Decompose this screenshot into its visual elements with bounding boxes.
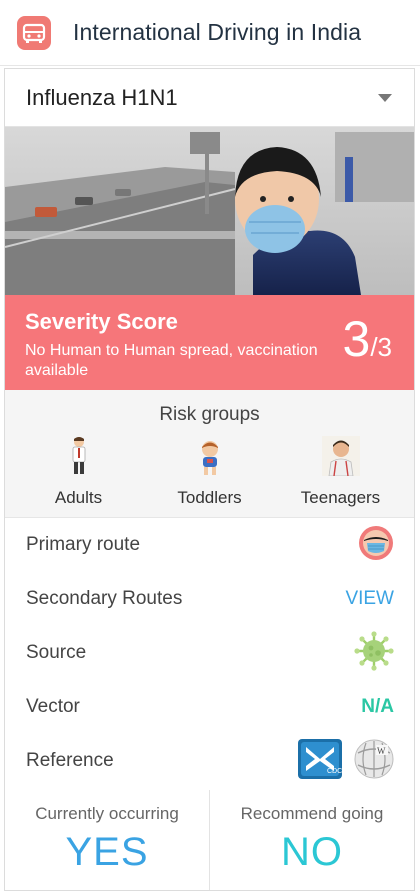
severity-score-value: 3 [342,311,371,367]
severity-description: No Human to Human spread, vaccination av… [25,342,318,379]
svg-text:W: W [377,746,386,756]
reference-row: Reference CDC W [26,734,394,788]
cdc-icon[interactable]: CDC [298,738,342,784]
currently-occurring: Currently occurring YES [5,790,209,890]
primary-route-label: Primary route [26,534,141,555]
chevron-down-icon[interactable] [378,93,392,102]
toddler-icon [197,434,223,476]
currently-occurring-label: Currently occurring [35,804,179,823]
vector-value: N/A [361,696,394,717]
disease-selector-value: Influenza H1N1 [26,84,178,110]
currently-occurring-value: YES [65,830,149,874]
vector-row: Vector N/A [26,680,394,734]
teenager-icon [321,434,360,476]
risk-group-label: Teenagers [300,488,381,507]
status-footer: Currently occurring YES Recommend going … [5,790,414,890]
source-label: Source [26,642,87,663]
disease-selector[interactable]: Influenza H1N1 [5,69,414,127]
risk-group-adults: Adults [19,434,139,508]
risk-group-teenagers: Teenagers [281,434,401,508]
source-row: Source [26,626,394,680]
svg-text:CDC: CDC [327,768,342,775]
view-secondary-routes-link[interactable]: VIEW [345,588,394,610]
wikipedia-icon[interactable]: W [354,739,394,784]
risk-group-label: Toddlers [177,488,242,507]
risk-group-toddlers: Toddlers [150,434,270,508]
secondary-routes-row: Secondary Routes VIEW [26,572,394,626]
primary-route-row: Primary route [26,518,394,572]
details-list: Primary route Secondary Routes VIEW Sour… [5,518,414,788]
car-icon [17,15,51,50]
risk-group-label: Adults [54,488,103,507]
adult-icon [68,434,90,476]
secondary-routes-label: Secondary Routes [26,588,183,609]
risk-groups: Risk groups Adults Toddlers Teenagers [5,390,414,518]
recommend-going-value: NO [281,830,343,874]
severity-score-max: /3 [370,332,392,362]
recommend-going: Recommend going NO [209,790,414,890]
disease-photo [5,127,414,295]
reference-links: CDC W [298,738,394,784]
reference-label: Reference [26,750,114,771]
recommend-going-label: Recommend going [240,804,384,823]
severity-score: 3 /3 [343,311,393,367]
disease-card: Influenza H1N1 Severity Score No Human t… [4,68,415,891]
risk-groups-title: Risk groups [159,404,260,425]
mask-face-icon [358,525,394,566]
app-header: International Driving in India [0,0,420,66]
severity-banner: Severity Score No Human to Human spread,… [5,295,414,390]
app-title: International Driving in India [73,19,362,45]
severity-title: Severity Score [25,309,178,334]
virus-icon [354,630,394,676]
vector-label: Vector [26,696,80,717]
